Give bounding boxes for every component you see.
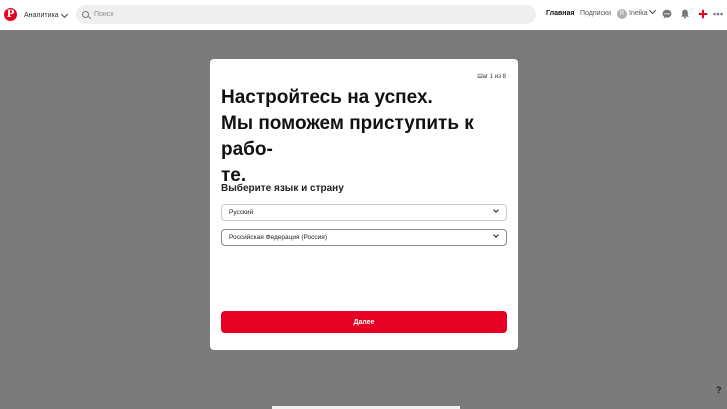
more-options-icon[interactable] — [713, 9, 723, 19]
step-indicator: Шаг 1 из 8 — [477, 74, 506, 80]
nav-following-link[interactable]: Подписки — [580, 10, 611, 17]
onboarding-modal: Шаг 1 из 8 Настройтесь на успех. Мы помо… — [210, 59, 518, 350]
messages-icon[interactable] — [662, 9, 672, 19]
country-select[interactable]: Российская Федерация (Россия) — [221, 229, 507, 246]
search-bar[interactable] — [76, 5, 536, 24]
headline-line-1: Настройтесь на успех. — [221, 87, 433, 108]
analytics-label: Аналитика — [24, 11, 59, 19]
nav-home-link[interactable]: Главная — [546, 10, 574, 17]
account-chevron-down-icon[interactable] — [648, 6, 657, 15]
chevron-down-icon — [493, 232, 499, 238]
help-icon[interactable]: ? — [716, 385, 722, 395]
search-icon — [82, 11, 89, 18]
modal-headline: Настройтесь на успех. Мы поможем приступ… — [221, 85, 506, 189]
headline-line-2: Мы поможем приступить к рабо- — [221, 113, 474, 160]
top-navigation-bar: P Аналитика Главная Подписки R Ineika — [0, 0, 727, 30]
chevron-down-icon — [493, 207, 499, 213]
next-button[interactable]: Далее — [221, 311, 507, 333]
avatar-initial: R — [619, 11, 625, 17]
chevron-down-icon — [60, 10, 68, 18]
notifications-icon[interactable] — [680, 9, 690, 19]
language-value: Русский — [229, 209, 254, 216]
pinterest-logo-icon[interactable]: P — [4, 8, 17, 21]
language-country-subtitle: Выберите язык и страну — [221, 183, 344, 194]
analytics-menu[interactable]: Аналитика — [24, 9, 68, 21]
avatar[interactable]: R — [617, 9, 627, 19]
add-icon[interactable] — [698, 9, 708, 19]
search-input[interactable] — [94, 11, 514, 18]
language-select[interactable]: Русский — [221, 204, 507, 221]
username-label[interactable]: Ineika — [629, 10, 648, 17]
country-value: Российская Федерация (Россия) — [229, 234, 327, 241]
